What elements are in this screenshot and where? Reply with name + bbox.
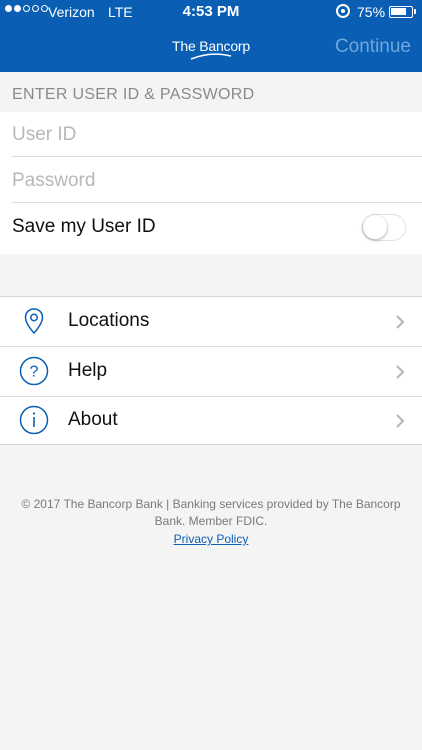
menu-item-about[interactable]: About	[0, 396, 422, 445]
save-user-id-toggle[interactable]	[362, 214, 406, 241]
orientation-lock-icon	[336, 4, 350, 18]
menu-list: Locations ? Help About	[0, 296, 422, 445]
continue-button[interactable]: Continue	[335, 36, 411, 58]
menu-item-label: About	[68, 409, 118, 430]
user-id-row	[0, 112, 422, 158]
login-form: Save my User ID	[0, 112, 422, 254]
battery-percent: 75%	[357, 4, 386, 20]
divider	[12, 156, 422, 157]
password-row	[0, 158, 422, 204]
menu-item-label: Help	[68, 360, 108, 381]
battery-icon	[389, 6, 413, 18]
chevron-right-icon	[396, 414, 405, 428]
chevron-right-icon	[396, 315, 405, 329]
location-pin-icon	[24, 308, 44, 335]
divider	[12, 202, 422, 203]
menu-item-label: Locations	[68, 310, 150, 331]
login-section-title: ENTER USER ID & PASSWORD	[12, 86, 255, 103]
status-bar: Verizon LTE 4:53 PM 75%	[0, 0, 422, 24]
battery-cap	[414, 9, 416, 14]
question-circle-icon: ?	[19, 356, 49, 386]
password-input[interactable]	[12, 168, 412, 194]
app-header: Verizon LTE 4:53 PM 75% The Bancorp Cont…	[0, 0, 422, 72]
info-circle-icon	[19, 405, 49, 435]
toggle-knob	[363, 215, 387, 239]
user-id-input[interactable]	[12, 122, 412, 148]
copyright-text: © 2017 The Bancorp Bank | Banking servic…	[21, 497, 401, 528]
chevron-right-icon	[396, 365, 405, 379]
menu-item-locations[interactable]: Locations	[0, 297, 422, 346]
logo-text: The Bancorp	[172, 38, 250, 54]
footer: © 2017 The Bancorp Bank | Banking servic…	[14, 496, 408, 548]
save-user-id-label: Save my User ID	[12, 216, 156, 237]
svg-text:?: ?	[30, 364, 39, 381]
logo-swoosh-icon	[190, 53, 232, 60]
menu-item-help[interactable]: ? Help	[0, 347, 422, 396]
privacy-policy-link[interactable]: Privacy Policy	[14, 531, 408, 548]
